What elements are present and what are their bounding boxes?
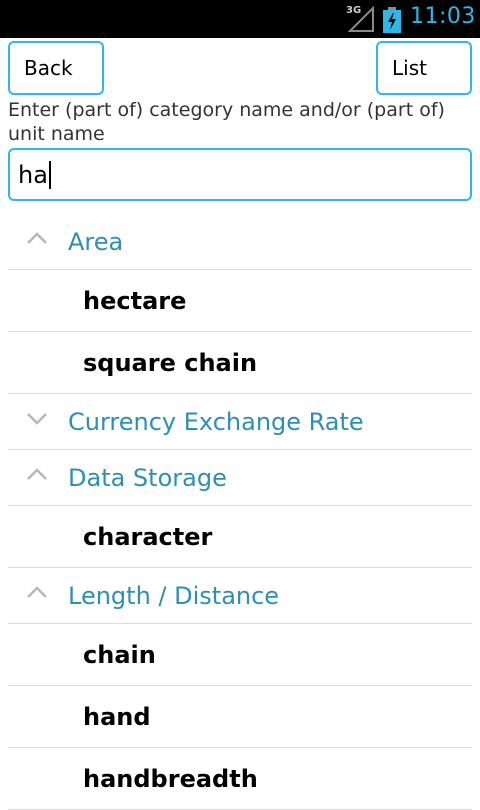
category-name: Length / Distance (68, 581, 280, 610)
chevron-up-icon (27, 468, 47, 480)
unit-item[interactable]: handbreadth (8, 748, 472, 810)
unit-name: chain (83, 640, 156, 669)
category-header[interactable]: Currency Exchange Rate (8, 394, 472, 450)
chevron-down-icon (27, 413, 47, 425)
chevron-up-icon (27, 232, 47, 244)
unit-name: square chain (83, 348, 258, 377)
chevron-up-icon (27, 586, 47, 598)
clock: 11:03 (410, 4, 476, 29)
category-header[interactable]: Length / Distance (8, 568, 472, 624)
unit-name: character (83, 522, 213, 551)
unit-name: hand (83, 702, 151, 731)
search-input-value: ha (18, 160, 48, 189)
search-prompt: Enter (part of) category name and/or (pa… (8, 99, 445, 145)
unit-item[interactable]: hectare (8, 270, 472, 332)
category-name: Data Storage (68, 463, 227, 492)
list-button-label: List (392, 56, 427, 80)
status-bar: 3G 11:03 (0, 0, 480, 38)
search-input[interactable]: ha (8, 148, 472, 201)
unit-name: handbreadth (83, 764, 258, 793)
unit-item[interactable]: character (8, 506, 472, 568)
category-unit-list: Area hectare square chain Currency Exchange… (8, 214, 472, 810)
unit-item[interactable]: square chain (8, 332, 472, 394)
battery-charging-icon (383, 7, 401, 33)
category-name: Area (68, 227, 124, 256)
text-cursor (48, 160, 51, 189)
unit-item[interactable]: chain (8, 624, 472, 686)
unit-item[interactable]: hand (8, 686, 472, 748)
list-button[interactable]: List (376, 41, 472, 95)
back-button-label: Back (24, 56, 73, 80)
category-header[interactable]: Data Storage (8, 450, 472, 506)
unit-name: hectare (83, 286, 187, 315)
category-name: Currency Exchange Rate (68, 407, 364, 436)
category-header[interactable]: Area (8, 214, 472, 270)
back-button[interactable]: Back (8, 41, 104, 95)
cell-signal-icon (347, 6, 374, 32)
